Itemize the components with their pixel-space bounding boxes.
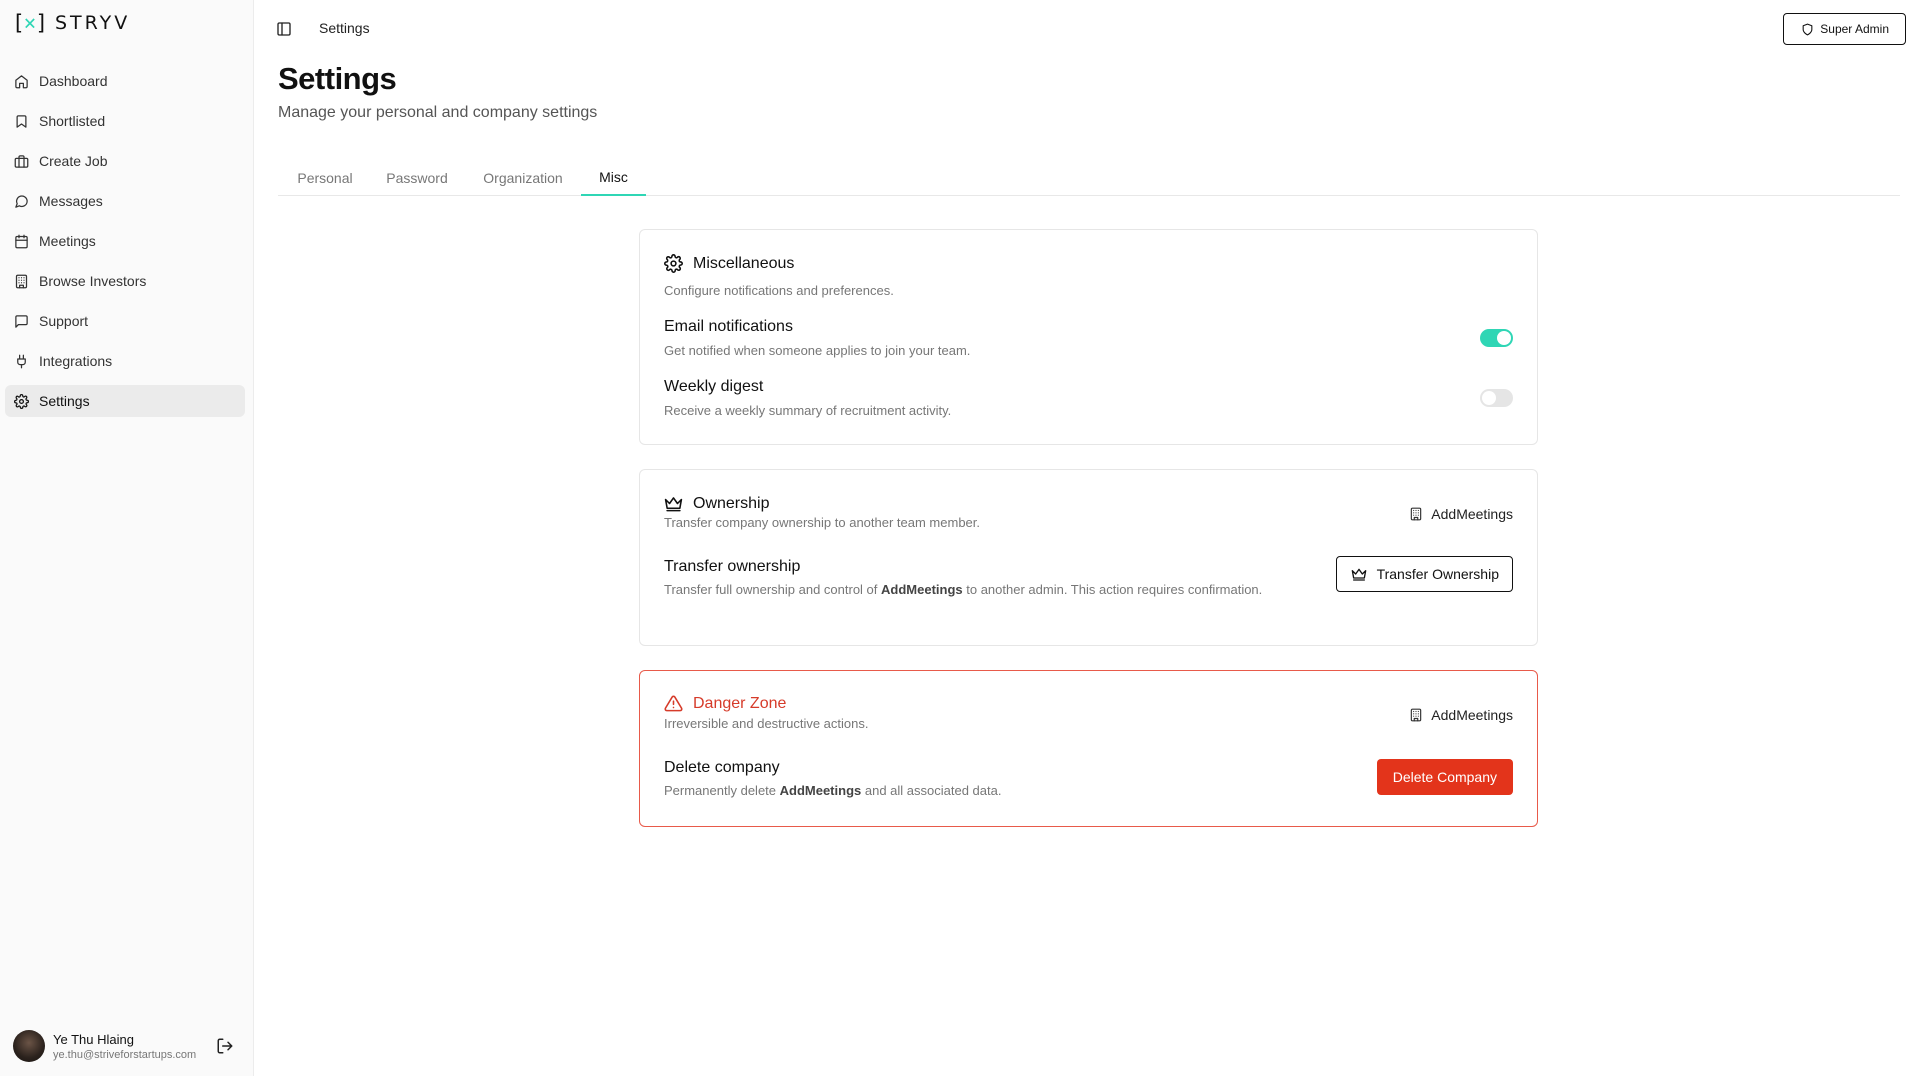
- transfer-ownership-label: Transfer Ownership: [1376, 566, 1499, 582]
- sidebar-item-meetings[interactable]: Meetings: [5, 225, 245, 257]
- transfer-ownership-description: Transfer full ownership and control of A…: [664, 582, 1263, 597]
- home-icon: [15, 74, 28, 88]
- transfer-ownership-button[interactable]: Transfer Ownership: [1335, 556, 1513, 592]
- message-circle-icon: [15, 194, 28, 208]
- miscellaneous-card: Miscellaneous Configure notifications an…: [639, 229, 1538, 445]
- top-bar: Settings Super Admin: [254, 0, 1916, 58]
- danger-zone-header: Danger Zone: [664, 694, 786, 713]
- weekly-digest-title: Weekly digest: [664, 378, 764, 395]
- shield-icon: [1802, 23, 1813, 35]
- weekly-digest-description: Receive a weekly summary of recruitment …: [664, 403, 952, 418]
- gear-icon: [14, 393, 29, 409]
- sidebar-toggle-icon[interactable]: [276, 21, 292, 37]
- user-name: Ye Thu Hlaing: [53, 1031, 134, 1047]
- ownership-header: Ownership: [664, 494, 769, 513]
- crown-icon: [1351, 568, 1366, 581]
- email-notifications-toggle[interactable]: [1480, 329, 1513, 347]
- sidebar-item-label: Shortlisted: [39, 113, 106, 129]
- sidebar-nav: Dashboard Shortlisted Create Job Message…: [5, 65, 245, 425]
- calendar-icon: [15, 234, 28, 248]
- gear-icon: [664, 254, 683, 273]
- sidebar-item-settings[interactable]: Settings: [5, 385, 245, 417]
- misc-title: Miscellaneous: [693, 254, 795, 272]
- logo-mark: [×]: [12, 11, 48, 35]
- ownership-company-tag: AddMeetings: [1409, 506, 1513, 522]
- delete-company-description: Permanently delete AddMeetings and all a…: [664, 783, 1002, 798]
- building-icon: [1411, 507, 1422, 521]
- email-notifications-title: Email notifications: [664, 318, 793, 335]
- sidebar-item-create-job[interactable]: Create Job: [5, 145, 245, 177]
- misc-description: Configure notifications and preferences.: [664, 283, 894, 298]
- email-notifications-description: Get notified when someone applies to joi…: [664, 343, 971, 358]
- crown-icon: [664, 497, 683, 512]
- sidebar-item-shortlisted[interactable]: Shortlisted: [5, 105, 245, 137]
- sidebar-item-label: Settings: [39, 393, 90, 409]
- super-admin-label: Super Admin: [1820, 22, 1889, 36]
- sidebar-item-integrations[interactable]: Integrations: [5, 345, 245, 377]
- sidebar-item-label: Messages: [39, 193, 103, 209]
- danger-zone-card: Danger Zone Irreversible and destructive…: [639, 670, 1538, 827]
- transfer-ownership-title: Transfer ownership: [664, 558, 801, 575]
- ownership-description: Transfer company ownership to another te…: [664, 515, 980, 530]
- building-icon: [15, 274, 28, 288]
- sidebar-item-messages[interactable]: Messages: [5, 185, 245, 217]
- page-subtitle: Manage your personal and company setting…: [278, 104, 598, 121]
- delete-company-button[interactable]: Delete Company: [1376, 759, 1513, 795]
- weekly-digest-toggle[interactable]: [1480, 389, 1513, 407]
- sidebar-item-support[interactable]: Support: [5, 305, 245, 337]
- delete-company-title: Delete company: [664, 759, 780, 776]
- page-title: Settings: [278, 61, 397, 96]
- super-admin-button[interactable]: Super Admin: [1783, 13, 1906, 45]
- sidebar: [×] STRYV Dashboard Shortlisted Create J…: [0, 0, 254, 1076]
- bookmark-icon: [16, 114, 27, 128]
- settings-tabs: Personal Password Organization Misc: [278, 160, 1900, 196]
- danger-company-name: AddMeetings: [1431, 707, 1513, 723]
- briefcase-icon: [14, 154, 29, 168]
- sidebar-item-label: Meetings: [39, 233, 96, 249]
- user-email: ye.thu@striveforstartups.com: [53, 1048, 197, 1061]
- sidebar-item-label: Dashboard: [39, 73, 108, 89]
- tab-personal[interactable]: Personal: [294, 160, 356, 196]
- logout-icon[interactable]: [216, 1037, 234, 1055]
- ownership-card: Ownership Transfer company ownership to …: [639, 469, 1538, 646]
- sidebar-item-browse-investors[interactable]: Browse Investors: [5, 265, 245, 297]
- tab-misc[interactable]: Misc: [581, 160, 646, 196]
- brand-logo[interactable]: [×] STRYV: [12, 11, 131, 35]
- sidebar-item-label: Support: [39, 313, 89, 329]
- sidebar-item-label: Create Job: [39, 153, 108, 169]
- ownership-title: Ownership: [693, 494, 770, 512]
- sidebar-item-label: Integrations: [39, 353, 113, 369]
- danger-company-tag: AddMeetings: [1409, 707, 1513, 723]
- warning-icon: [664, 695, 683, 712]
- logo-text: STRYV: [54, 12, 131, 34]
- plug-icon: [17, 354, 26, 368]
- tab-password[interactable]: Password: [383, 160, 451, 196]
- sidebar-item-label: Browse Investors: [39, 273, 147, 289]
- avatar: [13, 1030, 45, 1062]
- danger-zone-description: Irreversible and destructive actions.: [664, 716, 869, 731]
- tab-organization[interactable]: Organization: [478, 160, 568, 196]
- ownership-company-name: AddMeetings: [1431, 506, 1513, 522]
- misc-header: Miscellaneous: [664, 254, 794, 273]
- danger-zone-title: Danger Zone: [693, 694, 787, 712]
- user-profile[interactable]: Ye Thu Hlaing ye.thu@striveforstartups.c…: [13, 1028, 243, 1064]
- sidebar-item-dashboard[interactable]: Dashboard: [5, 65, 245, 97]
- message-square-icon: [15, 314, 28, 328]
- building-icon: [1411, 708, 1422, 722]
- breadcrumb: Settings: [319, 20, 370, 36]
